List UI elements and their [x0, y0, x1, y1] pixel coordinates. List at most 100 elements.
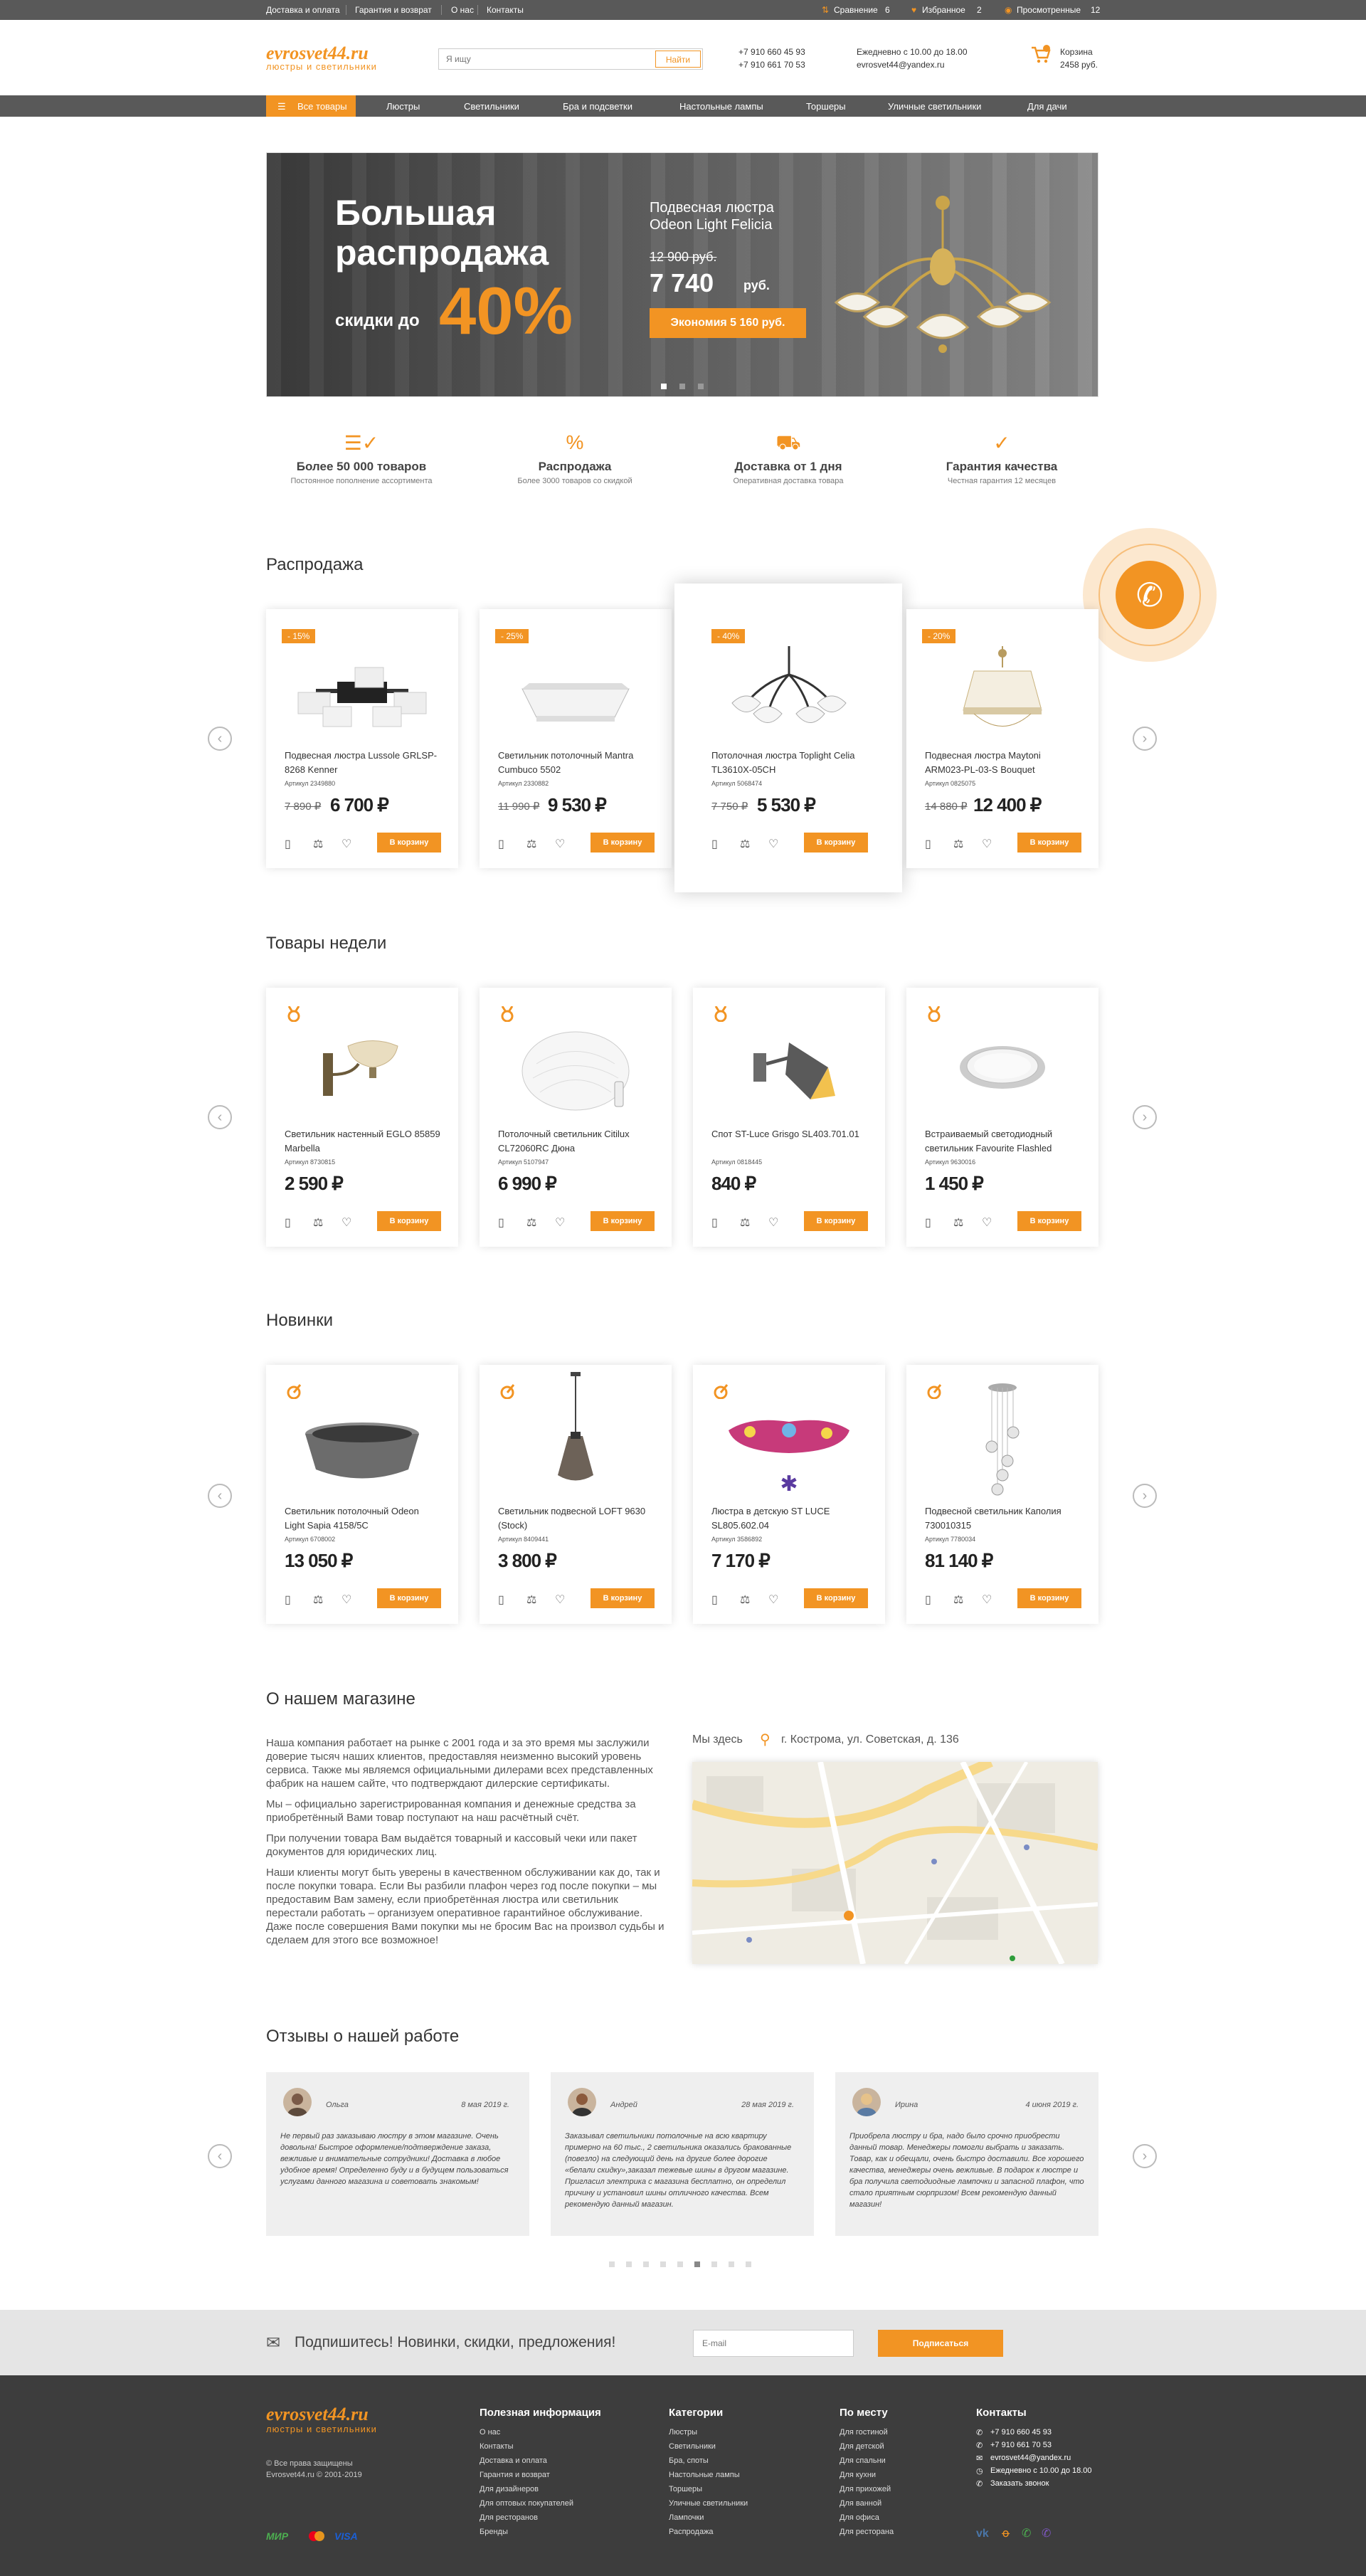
- compare-scales-icon[interactable]: ⚖: [740, 1215, 751, 1229]
- reviews-next-arrow[interactable]: ›: [1133, 2144, 1157, 2168]
- footer-link[interactable]: Для ресторана: [840, 2528, 894, 2536]
- heart-icon[interactable]: ♡: [768, 1215, 780, 1229]
- top-link-warranty[interactable]: Гарантия и возврат: [355, 5, 432, 15]
- nav-item-chandeliers[interactable]: Люстры: [386, 101, 420, 112]
- footer-link[interactable]: Для детской: [840, 2442, 884, 2451]
- bookmark-icon[interactable]: ▯: [711, 1215, 723, 1229]
- cart-icon[interactable]: [1030, 44, 1052, 65]
- product-card[interactable]: Встраиваемый светодиодный светильник Fav…: [906, 988, 1098, 1247]
- footer-link[interactable]: Для прихожей: [840, 2485, 891, 2493]
- subscribe-button[interactable]: Подписаться: [878, 2330, 1003, 2357]
- add-to-cart-button[interactable]: В корзину: [591, 1588, 655, 1608]
- add-to-cart-button[interactable]: В корзину: [1017, 833, 1081, 852]
- bookmark-icon[interactable]: ▯: [285, 1215, 296, 1229]
- sale-next-arrow[interactable]: ›: [1133, 727, 1157, 751]
- bookmark-icon[interactable]: ▯: [498, 1215, 509, 1229]
- compare-scales-icon[interactable]: ⚖: [953, 837, 965, 850]
- reviews-dot[interactable]: [660, 2261, 666, 2267]
- location-map[interactable]: [692, 1762, 1098, 1964]
- banner-dot-2[interactable]: [679, 384, 685, 389]
- reviews-dot[interactable]: [677, 2261, 683, 2267]
- footer-link[interactable]: Люстры: [669, 2428, 697, 2437]
- reviews-dot-active[interactable]: [694, 2261, 700, 2267]
- compare-scales-icon[interactable]: ⚖: [526, 837, 538, 850]
- footer-callback-link[interactable]: Заказать звонок: [990, 2479, 1049, 2488]
- new-next-arrow[interactable]: ›: [1133, 1484, 1157, 1508]
- nav-item-outdoor[interactable]: Уличные светильники: [888, 101, 981, 112]
- heart-icon[interactable]: ♡: [982, 1215, 993, 1229]
- footer-link[interactable]: Торшеры: [669, 2485, 702, 2493]
- footer-phone-2[interactable]: +7 910 661 70 53: [990, 2441, 1052, 2449]
- footer-link[interactable]: Для кухни: [840, 2471, 876, 2479]
- footer-logo[interactable]: evrosvet44.ru: [266, 2404, 369, 2425]
- footer-link[interactable]: Уличные светильники: [669, 2499, 748, 2508]
- compare-scales-icon[interactable]: ⚖: [740, 1593, 751, 1606]
- heart-icon[interactable]: ♡: [342, 1593, 353, 1606]
- heart-icon[interactable]: ♡: [555, 1593, 566, 1606]
- reviews-dot[interactable]: [626, 2261, 632, 2267]
- odnoklassniki-icon[interactable]: ꝋ: [1002, 2526, 1010, 2540]
- heart-icon[interactable]: ♡: [342, 1215, 353, 1229]
- product-card[interactable]: - 20% Подвесная люстра Maytoni ARM023-PL…: [906, 609, 1098, 868]
- footer-link[interactable]: Для ресторанов: [480, 2513, 538, 2522]
- product-name[interactable]: Потолочный светильник Citilux CL72060RC …: [498, 1127, 655, 1156]
- banner-dot-3[interactable]: [698, 384, 704, 389]
- compare-scales-icon[interactable]: ⚖: [953, 1215, 965, 1229]
- phone-1[interactable]: +7 910 660 45 93: [738, 47, 805, 57]
- footer-link[interactable]: Для офиса: [840, 2513, 879, 2522]
- product-name[interactable]: Светильник потолочный Mantra Cumbuco 550…: [498, 749, 655, 777]
- compare-scales-icon[interactable]: ⚖: [740, 837, 751, 850]
- compare-scales-icon[interactable]: ⚖: [313, 1215, 324, 1229]
- product-card[interactable]: - 25% Светильник потолочный Mantra Cumbu…: [480, 609, 672, 868]
- search-input[interactable]: [439, 49, 652, 69]
- reviews-dot[interactable]: [729, 2261, 734, 2267]
- reviews-dot[interactable]: [643, 2261, 649, 2267]
- compare-scales-icon[interactable]: ⚖: [526, 1593, 538, 1606]
- product-card[interactable]: Спот ST-Luce Grisgo SL403.701.01 Артикул…: [693, 988, 885, 1247]
- footer-link[interactable]: Настольные лампы: [669, 2471, 740, 2479]
- week-next-arrow[interactable]: ›: [1133, 1105, 1157, 1129]
- bookmark-icon[interactable]: ▯: [711, 1593, 723, 1606]
- add-to-cart-button[interactable]: В корзину: [377, 833, 441, 852]
- all-products-button[interactable]: ☰ Все товары: [266, 95, 356, 117]
- compare-scales-icon[interactable]: ⚖: [313, 1593, 324, 1606]
- viewed-link[interactable]: Просмотренные: [1017, 5, 1081, 15]
- bookmark-icon[interactable]: ▯: [498, 837, 509, 850]
- product-name[interactable]: Встраиваемый светодиодный светильник Fav…: [925, 1127, 1081, 1156]
- add-to-cart-button[interactable]: В корзину: [377, 1588, 441, 1608]
- heart-icon[interactable]: ♡: [982, 837, 993, 850]
- bookmark-icon[interactable]: ▯: [285, 1593, 296, 1606]
- product-name[interactable]: Светильник настенный EGLO 85859 Marbella: [285, 1127, 441, 1156]
- heart-icon[interactable]: ♡: [982, 1593, 993, 1606]
- footer-link[interactable]: Для дизайнеров: [480, 2485, 539, 2493]
- product-name[interactable]: Спот ST-Luce Grisgo SL403.701.01: [711, 1127, 868, 1141]
- search-button[interactable]: Найти: [655, 51, 701, 68]
- add-to-cart-button[interactable]: В корзину: [1017, 1211, 1081, 1231]
- footer-link[interactable]: Для ванной: [840, 2499, 881, 2508]
- product-card[interactable]: ✱ Люстра в детскую ST LUCE SL805.602.04 …: [693, 1365, 885, 1624]
- nav-item-lamps[interactable]: Светильники: [464, 101, 519, 112]
- add-to-cart-button[interactable]: В корзину: [591, 1211, 655, 1231]
- product-name[interactable]: Подвесная люстра Maytoni ARM023-PL-03-S …: [925, 749, 1081, 777]
- footer-email[interactable]: evrosvet44@yandex.ru: [990, 2454, 1071, 2462]
- heart-icon[interactable]: ♡: [555, 837, 566, 850]
- product-card[interactable]: Потолочный светильник Citilux CL72060RC …: [480, 988, 672, 1247]
- compare-scales-icon[interactable]: ⚖: [526, 1215, 538, 1229]
- product-card[interactable]: Подвесной светильник Каполия 730010315 А…: [906, 1365, 1098, 1624]
- hero-banner[interactable]: Большая распродажа скидки до 40% Подвесн…: [266, 152, 1098, 397]
- header-email[interactable]: evrosvet44@yandex.ru: [857, 60, 945, 70]
- compare-link[interactable]: Сравнение: [834, 5, 878, 15]
- product-name[interactable]: Светильник потолочный Odeon Light Sapia …: [285, 1504, 441, 1533]
- add-to-cart-button[interactable]: В корзину: [804, 1211, 868, 1231]
- new-prev-arrow[interactable]: ‹: [208, 1484, 232, 1508]
- nav-item-table-lamps[interactable]: Настольные лампы: [679, 101, 763, 112]
- footer-link[interactable]: Для спальни: [840, 2456, 886, 2465]
- add-to-cart-button[interactable]: В корзину: [804, 1588, 868, 1608]
- compare-scales-icon[interactable]: ⚖: [953, 1593, 965, 1606]
- reviews-dot[interactable]: [711, 2261, 717, 2267]
- product-name[interactable]: Светильник подвесной LOFT 9630 (Stock): [498, 1504, 655, 1533]
- favorites-link[interactable]: Избранное: [922, 5, 965, 15]
- bookmark-icon[interactable]: ▯: [925, 1593, 936, 1606]
- footer-link[interactable]: Распродажа: [669, 2528, 714, 2536]
- banner-dot-1[interactable]: [661, 384, 667, 389]
